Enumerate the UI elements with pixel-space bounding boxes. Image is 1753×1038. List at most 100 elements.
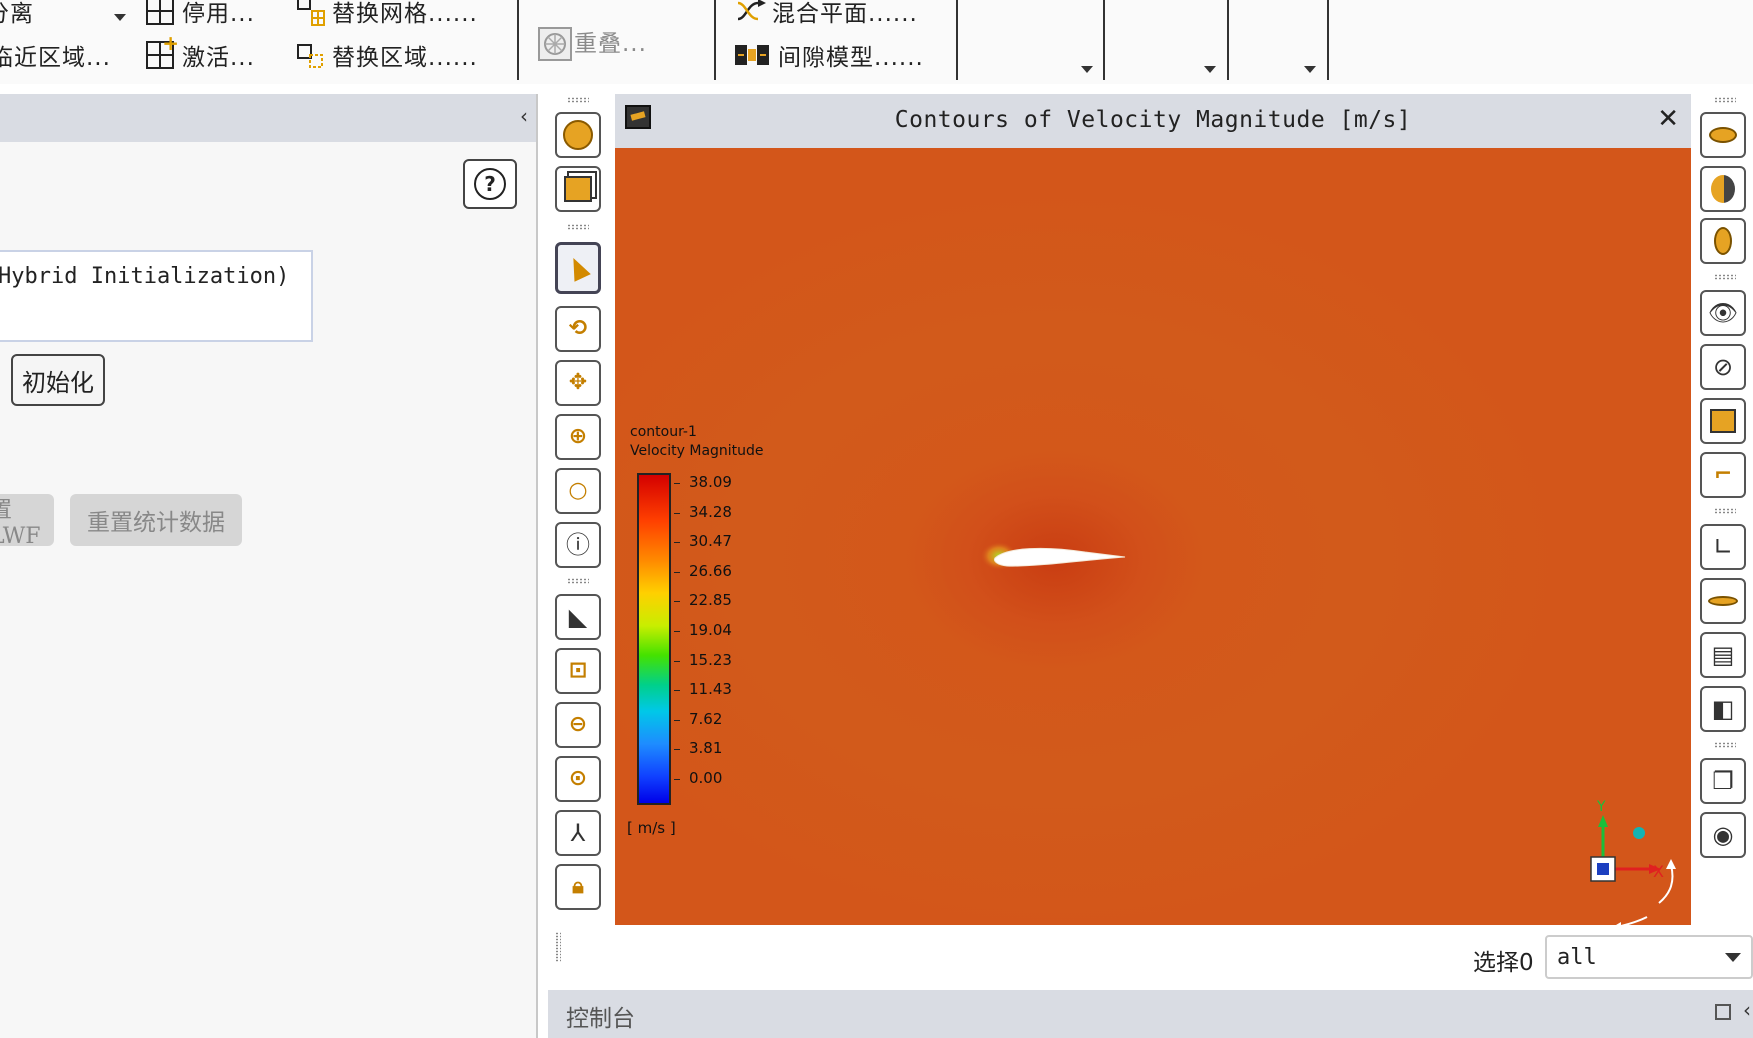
close-icon[interactable]: ✕ xyxy=(1657,104,1679,134)
zoom-in-out-icon: ⊕ xyxy=(568,424,588,449)
selection-value: all xyxy=(1557,945,1597,970)
ribbon-replace-mesh-label: 替换网格...... xyxy=(332,1,478,27)
snapshot-button[interactable]: ◉ xyxy=(1700,812,1746,858)
surfaces-button[interactable] xyxy=(1700,112,1746,158)
legend-tick-mark xyxy=(674,749,680,751)
lock-view-button[interactable]: 🔒︎ xyxy=(555,864,601,910)
ribbon-separate[interactable]: 分离 xyxy=(0,0,34,28)
contour-plot-canvas[interactable]: contour-1 Velocity Magnitude [ m/s ] Y X… xyxy=(615,148,1691,925)
zoom-box-button[interactable]: ⊡ xyxy=(555,648,601,694)
axis-triad: Y X xyxy=(1590,799,1676,925)
ribbon-gap-model[interactable]: 间隙模型...... xyxy=(734,38,924,72)
grid-icon xyxy=(146,0,174,25)
ribbon-mixing-plane[interactable]: 混合平面...... xyxy=(736,0,918,28)
toolbar-grip[interactable] xyxy=(1714,742,1736,748)
region-icon: ◣ xyxy=(568,603,588,631)
grid-add-icon: + xyxy=(146,33,179,69)
ribbon-gap-model-label: 间隙模型...... xyxy=(778,45,924,71)
window-icon xyxy=(1710,409,1736,433)
window-button[interactable] xyxy=(1700,398,1746,444)
restore-icon[interactable] xyxy=(1715,1004,1731,1020)
cube-view-icon xyxy=(564,176,592,202)
ribbon-adjacent-zones-label: 临近区域... xyxy=(0,45,111,71)
selection-dropdown[interactable]: all xyxy=(1545,935,1753,979)
rotate-arrowhead xyxy=(1666,859,1676,869)
slider-button[interactable] xyxy=(1700,578,1746,624)
legend-tick-label: 30.47 xyxy=(689,532,732,551)
probe-info-button[interactable]: ⓘ xyxy=(555,522,601,568)
oval-view-button[interactable] xyxy=(1700,218,1746,264)
rotate-arrowhead xyxy=(1616,922,1621,925)
pointer-button[interactable] xyxy=(555,242,601,294)
mixing-plane-icon xyxy=(736,0,766,25)
ribbon-adjacent-zones[interactable]: 临近区域... xyxy=(0,38,111,72)
show-button[interactable]: 👁︎ xyxy=(1700,290,1746,336)
xy-plot-button[interactable]: ∟ xyxy=(1700,524,1746,570)
xy-plot-icon: ∟ xyxy=(1712,533,1734,561)
x-axis-label: X xyxy=(1653,862,1664,881)
toolbar-grip[interactable] xyxy=(1714,508,1736,514)
axes-icon: ⅄ xyxy=(570,819,586,847)
ribbon-group-dropdown-icon[interactable] xyxy=(1081,66,1093,73)
corner-button[interactable]: ⌐ xyxy=(1700,452,1746,498)
ribbon-activate[interactable]: + 激活... xyxy=(146,33,255,72)
console-title: 控制台 xyxy=(566,1006,635,1032)
pan-icon: ✥ xyxy=(568,370,588,395)
reset-statistics-button[interactable]: 重置统计数据 xyxy=(70,494,242,546)
layout-icon: ◧ xyxy=(1711,695,1735,723)
mesh-display-button[interactable] xyxy=(555,112,601,158)
legend-tick-mark xyxy=(674,779,680,780)
legend-tick-mark xyxy=(674,542,680,544)
legend-subtitle: Velocity Magnitude xyxy=(630,443,764,459)
ribbon-group-dropdown-icon[interactable] xyxy=(1304,66,1316,73)
oval-view-icon xyxy=(1714,227,1732,255)
toolbar-grip[interactable] xyxy=(567,97,589,103)
ribbon-disable-label: 停用... xyxy=(182,1,255,27)
reset-lwf-button[interactable]: 置LWF xyxy=(0,494,54,546)
toolbar-grip[interactable] xyxy=(567,578,589,584)
collapse-left-icon[interactable]: ‹ xyxy=(520,104,528,128)
legend-tick-mark xyxy=(674,571,680,573)
region-button[interactable]: ◣ xyxy=(555,594,601,640)
legend-tick-mark xyxy=(674,660,680,662)
y-axis-arrow xyxy=(1598,815,1608,827)
toolbar-grip[interactable] xyxy=(1714,274,1736,280)
layout-button[interactable]: ◧ xyxy=(1700,686,1746,732)
toolbar-grip[interactable] xyxy=(567,224,589,230)
rotate-button[interactable]: ⟲ xyxy=(555,306,601,352)
mesh-display-icon xyxy=(563,120,593,150)
ribbon-disable[interactable]: 停用... xyxy=(146,0,255,28)
zoom-button[interactable]: ○ xyxy=(555,468,601,514)
help-button[interactable]: ? xyxy=(463,159,517,209)
axes-button[interactable]: ⅄ xyxy=(555,810,601,856)
ribbon-replace-mesh[interactable]: 替换网格...... xyxy=(296,0,478,28)
copy-button[interactable]: ❐ xyxy=(1700,758,1746,804)
ribbon-separator xyxy=(714,0,716,80)
zoom-out-button[interactable]: ⊖ xyxy=(555,702,601,748)
hide-button[interactable]: ⊘ xyxy=(1700,344,1746,390)
legend-unit: [ m/s ] xyxy=(627,819,676,837)
separate-dropdown-icon[interactable] xyxy=(114,14,126,21)
half-view-button[interactable] xyxy=(1700,166,1746,212)
legend-tick-label: 26.66 xyxy=(689,561,732,580)
toolbar-grip[interactable] xyxy=(1714,97,1736,103)
origin-sphere xyxy=(1633,827,1645,839)
panel-resize-grip[interactable] xyxy=(555,932,561,962)
zoom-in-out-button[interactable]: ⊕ xyxy=(555,414,601,460)
fit-zoom-button[interactable]: ⊙ xyxy=(555,756,601,802)
half-view-icon xyxy=(1711,175,1735,203)
view-cube-button[interactable] xyxy=(555,166,601,212)
collapse-icon[interactable]: ‹ xyxy=(1743,998,1751,1022)
report-button[interactable]: ▤ xyxy=(1700,632,1746,678)
ribbon-overlap[interactable]: 重叠... xyxy=(538,24,647,61)
graphics-titlebar: Contours of Velocity Magnitude [m/s] ✕ xyxy=(615,94,1691,148)
selection-label: 选择0 xyxy=(1473,950,1534,976)
pan-button[interactable]: ✥ xyxy=(555,360,601,406)
ribbon-toolbar: 分离 停用... 替换网格...... 临近区域... + 激活... 替换区域… xyxy=(0,0,1753,84)
overlap-mesh-icon xyxy=(538,27,572,61)
initialize-button[interactable]: 初始化 xyxy=(11,354,105,406)
legend-title: contour-1 xyxy=(630,424,697,440)
ribbon-group-dropdown-icon[interactable] xyxy=(1204,66,1216,73)
legend-tick-label: 7.62 xyxy=(689,709,723,728)
ribbon-replace-zone[interactable]: 替换区域...... xyxy=(296,38,478,72)
